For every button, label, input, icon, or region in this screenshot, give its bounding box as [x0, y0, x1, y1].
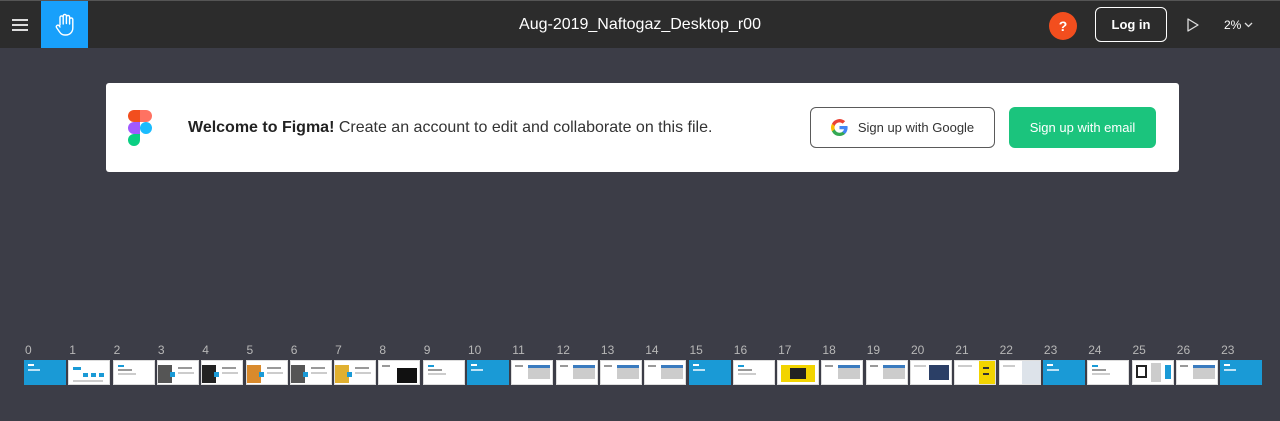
frame-preview [821, 360, 864, 385]
sign-up-google-button[interactable]: Sign up with Google [810, 107, 995, 148]
frame-number: 6 [290, 343, 298, 357]
top-toolbar: Aug-2019_Naftogaz_Desktop_r00 ? Log in 2… [0, 0, 1280, 48]
frame-number: 13 [600, 343, 615, 357]
welcome-heading: Welcome to Figma! [188, 119, 335, 136]
zoom-dropdown[interactable]: 2% [1224, 15, 1253, 35]
frame-number: 3 [157, 343, 165, 357]
frame-number: 10 [468, 343, 482, 357]
frame-preview [68, 360, 111, 385]
figma-logo-icon [128, 110, 152, 146]
frame-preview [245, 360, 288, 385]
frame-number: 18 [822, 343, 836, 357]
welcome-banner: Welcome to Figma! Create an account to e… [106, 83, 1179, 172]
frame-preview [732, 360, 775, 385]
google-button-label: Sign up with Google [857, 120, 975, 135]
frame-preview [289, 360, 332, 385]
hamburger-icon [12, 18, 28, 31]
frame-preview [1175, 360, 1218, 385]
welcome-message: Welcome to Figma! Create an account to e… [188, 119, 712, 137]
frame-number: 21 [955, 343, 969, 357]
chevron-down-icon [1244, 22, 1253, 28]
frame-number: 23 [1221, 343, 1235, 357]
frame-preview [422, 360, 465, 385]
frame-number: 8 [379, 343, 387, 357]
frame-preview [24, 360, 66, 385]
frame-preview [865, 360, 908, 385]
frame-preview [954, 360, 997, 385]
frame-number: 7 [335, 343, 342, 357]
frame-number: 15 [689, 343, 703, 357]
frame-number: 26 [1176, 343, 1191, 357]
frame-preview [156, 360, 199, 385]
frame-number: 1 [69, 343, 76, 357]
frame-number: 11 [512, 343, 525, 357]
play-icon [1187, 18, 1199, 32]
file-title: Aug-2019_Naftogaz_Desktop_r00 [519, 16, 761, 33]
frame-preview [378, 360, 421, 385]
zoom-level: 2% [1224, 18, 1242, 32]
frame-preview [644, 360, 687, 385]
hand-tool-button[interactable] [41, 1, 88, 48]
frame-number: 20 [911, 343, 925, 357]
welcome-text: Create an account to edit and collaborat… [334, 119, 713, 136]
frame-preview [555, 360, 598, 385]
frame-preview [777, 360, 820, 385]
google-icon [830, 119, 848, 136]
frame-preview [201, 360, 244, 385]
frame-preview [112, 360, 155, 385]
frame-number: 22 [999, 343, 1013, 357]
hand-icon [55, 13, 73, 36]
frame-number: 16 [733, 343, 748, 357]
frame-preview [1087, 360, 1130, 385]
frame-number: 0 [25, 343, 32, 357]
frame-preview [511, 360, 554, 385]
present-button[interactable] [1183, 15, 1203, 35]
frame-preview [998, 360, 1041, 385]
frame-preview [910, 360, 952, 385]
frame-number: 19 [866, 343, 881, 357]
frame-number: 17 [778, 343, 792, 357]
frame-preview [334, 360, 377, 385]
log-in-button[interactable]: Log in [1095, 7, 1167, 42]
main-menu-button[interactable] [0, 1, 40, 48]
frame-number: 14 [645, 343, 659, 357]
help-button[interactable]: ? [1049, 12, 1077, 40]
frame-preview [688, 360, 731, 385]
frame-preview [599, 360, 642, 385]
frame-number: 23 [1043, 343, 1058, 357]
frames-filmstrip: 0 1 2 3 4 5 6 7 8 9 10 11 12 13 14 15 16 17 18 19 20 21 22 23 24… [0, 340, 1280, 390]
frame-number: 25 [1132, 343, 1146, 357]
frame-number: 4 [202, 343, 209, 357]
frame-number: 5 [246, 343, 254, 357]
frame-number: 2 [113, 343, 121, 357]
frame-preview [1131, 360, 1174, 385]
frame-preview [1220, 360, 1263, 385]
frame-number: 9 [423, 343, 431, 357]
sign-up-email-button[interactable]: Sign up with email [1009, 107, 1156, 148]
frame-preview [1042, 360, 1085, 385]
frame-number: 12 [556, 343, 570, 357]
frame-number: 24 [1088, 343, 1102, 357]
frame-preview [467, 360, 509, 385]
